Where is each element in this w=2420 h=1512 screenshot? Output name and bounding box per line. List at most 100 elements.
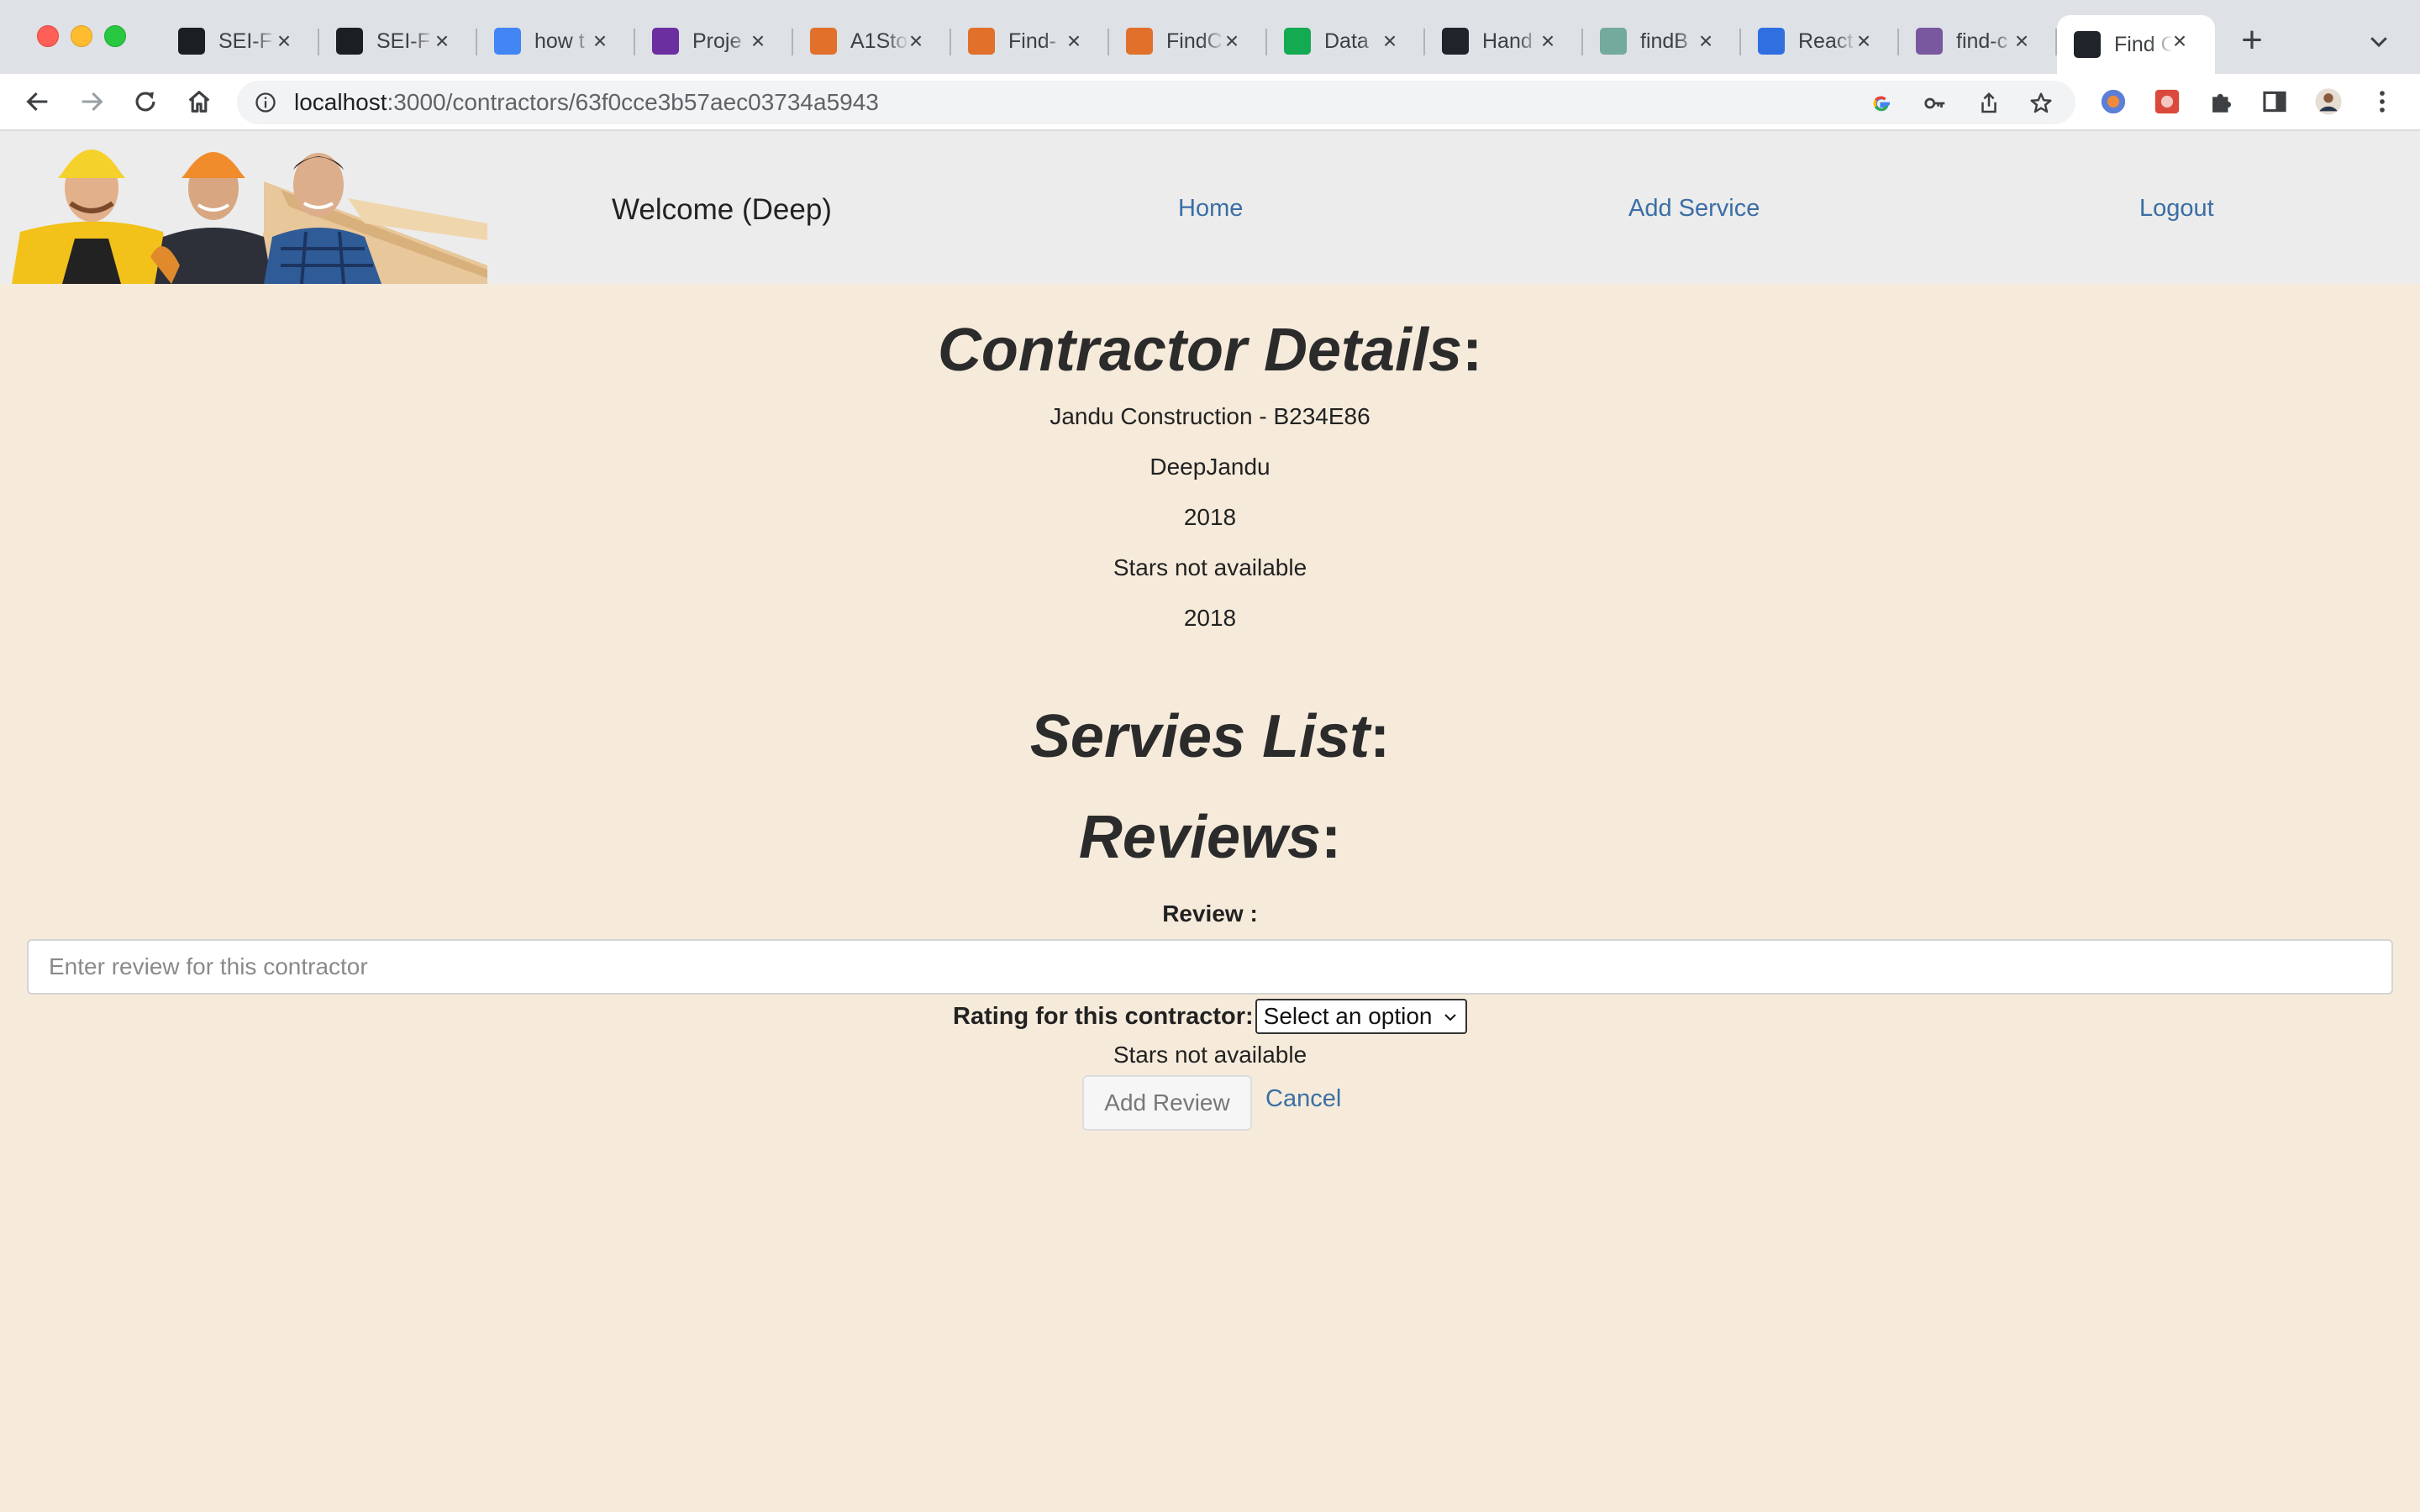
nav-logout-link[interactable]: Logout [2139, 195, 2214, 223]
react-icon [2074, 31, 2101, 58]
find-icon [810, 28, 837, 55]
browser-tab[interactable]: Data × [1267, 15, 1425, 67]
contractor-details-heading: Contractor Details: [0, 316, 2420, 385]
side-panel-icon[interactable] [2260, 87, 2289, 116]
browser-tab[interactable]: find-c × [1899, 15, 2057, 67]
close-tab-icon[interactable]: × [2010, 29, 2033, 53]
close-tab-icon[interactable]: × [1852, 29, 1876, 53]
tab-title: findB [1640, 29, 1688, 53]
close-tab-icon[interactable]: × [746, 29, 770, 53]
tab-title: React [1798, 29, 1854, 53]
chevron-down-icon [1444, 1014, 1456, 1021]
tab-title: Proje [692, 29, 742, 53]
url-text: localhost:3000/contractors/63f0cce3b57ae… [294, 89, 879, 116]
close-tab-icon[interactable]: × [1378, 29, 1402, 53]
maximize-window-button[interactable] [104, 25, 126, 47]
review-field-label: Review : [1162, 900, 1258, 927]
reviews-heading-wrap: Reviews: [0, 803, 2420, 872]
forward-arrow-icon[interactable] [77, 87, 106, 116]
browser-tab[interactable]: SEI-F × [319, 15, 477, 67]
tab-title: SEI-F [376, 29, 430, 53]
browser-toolbar: localhost:3000/contractors/63f0cce3b57ae… [0, 74, 2420, 131]
mongodb-icon [1284, 28, 1311, 55]
add-review-button[interactable]: Add Review [1082, 1075, 1252, 1131]
stars-line: Stars not available [1113, 554, 1307, 580]
browser-tab[interactable]: React × [1741, 15, 1899, 67]
browser-tab[interactable]: Hand × [1425, 15, 1583, 67]
services-colon: : [1370, 703, 1391, 770]
site-info-icon[interactable] [254, 91, 277, 114]
contractor-details-title: Contractor Details [937, 317, 1463, 384]
tab-strip: SEI-F × SEI-F × how t × Proje × A1Sto × Find- × Find… [0, 0, 2420, 74]
tab-title: SEI-F [218, 29, 272, 53]
review-stars-line: Stars not available [1113, 1042, 1307, 1068]
close-tab-icon[interactable]: × [904, 29, 928, 53]
project-icon [652, 28, 679, 55]
browser-window: SEI-F × SEI-F × how t × Proje × A1Sto × Find- × Find… [0, 0, 2420, 1512]
contractor-details-colon: : [1462, 317, 1483, 384]
profile-avatar-icon[interactable] [2314, 87, 2343, 116]
extension-red-icon[interactable] [2153, 87, 2181, 116]
tab-title: A1Sto [850, 29, 908, 53]
browser-tab[interactable]: SEI-F × [161, 15, 319, 67]
close-tab-icon[interactable]: × [2168, 29, 2191, 53]
nav-add-service-link[interactable]: Add Service [1628, 195, 1760, 223]
nav-home-link[interactable]: Home [1178, 195, 1243, 223]
key-icon[interactable] [1923, 91, 1948, 116]
heroku-icon [1916, 28, 1943, 55]
close-tab-icon[interactable]: × [1536, 29, 1560, 53]
home-icon[interactable] [185, 87, 213, 116]
browser-tab[interactable]: A1Sto × [793, 15, 951, 67]
reviews-title: Reviews [1078, 804, 1322, 871]
new-tab-button[interactable]: + [2233, 22, 2270, 59]
address-bar[interactable]: localhost:3000/contractors/63f0cce3b57ae… [237, 81, 2075, 124]
browser-tab[interactable]: Find C × [2057, 15, 2215, 74]
year-line: 2018 [1183, 504, 1237, 530]
rating-select[interactable]: Select an option [1255, 999, 1467, 1034]
contractor-name-line: DeepJandu [1150, 454, 1270, 480]
close-tab-icon[interactable]: × [1062, 29, 1086, 53]
reload-icon[interactable] [131, 87, 160, 116]
extension-circle-icon[interactable] [2099, 87, 2128, 116]
close-tab-icon[interactable]: × [588, 29, 612, 53]
browser-tab[interactable]: Proje × [635, 15, 793, 67]
puzzle-extensions-icon[interactable] [2207, 87, 2235, 116]
review-input[interactable] [27, 939, 2393, 995]
star-bookmark-icon[interactable] [2028, 91, 2054, 116]
rating-select-value: Select an option [1263, 1003, 1433, 1029]
find-icon [1126, 28, 1153, 55]
google-icon[interactable] [1869, 91, 1894, 116]
rating-row: Rating for this contractor: Select an op… [953, 996, 1467, 1037]
reviews-heading: Reviews: [0, 803, 2420, 872]
minimize-window-button[interactable] [71, 25, 92, 47]
cancel-link[interactable]: Cancel [1265, 1085, 1341, 1113]
url-path: :3000/contractors/63f0cce3b57aec03734a59… [387, 89, 879, 115]
browser-tab[interactable]: Find- × [951, 15, 1109, 67]
github-icon [178, 28, 205, 55]
tab-title: Data [1324, 29, 1369, 53]
share-icon[interactable] [1976, 91, 2002, 116]
find-icon [968, 28, 995, 55]
browser-tab[interactable]: how t × [477, 15, 635, 67]
close-tab-icon[interactable]: × [1694, 29, 1718, 53]
tab-title: FindC [1166, 29, 1223, 53]
react-docs-icon [1758, 28, 1785, 55]
site-header: Welcome (Deep) Home Add Service Logout [0, 131, 2420, 284]
react-icon [1442, 28, 1469, 55]
url-host: localhost [294, 89, 387, 115]
google-icon [494, 28, 521, 55]
close-tab-icon[interactable]: × [1220, 29, 1244, 53]
browser-tab[interactable]: findB × [1583, 15, 1741, 67]
services-heading-wrap: Servies List: [0, 702, 2420, 771]
tab-search-icon[interactable] [2366, 29, 2391, 54]
browser-tab[interactable]: FindC × [1109, 15, 1267, 67]
tab-title: Find C [2114, 32, 2173, 56]
back-arrow-icon[interactable] [24, 87, 52, 116]
close-tab-icon[interactable]: × [430, 29, 454, 53]
year-repeat-line: 2018 [1183, 605, 1237, 631]
close-window-button[interactable] [37, 25, 59, 47]
close-tab-icon[interactable]: × [272, 29, 296, 53]
more-menu-icon[interactable] [2368, 87, 2396, 116]
contractor-details-heading-wrap: Contractor Details: [0, 316, 2420, 385]
services-title: Servies List [1029, 703, 1370, 770]
